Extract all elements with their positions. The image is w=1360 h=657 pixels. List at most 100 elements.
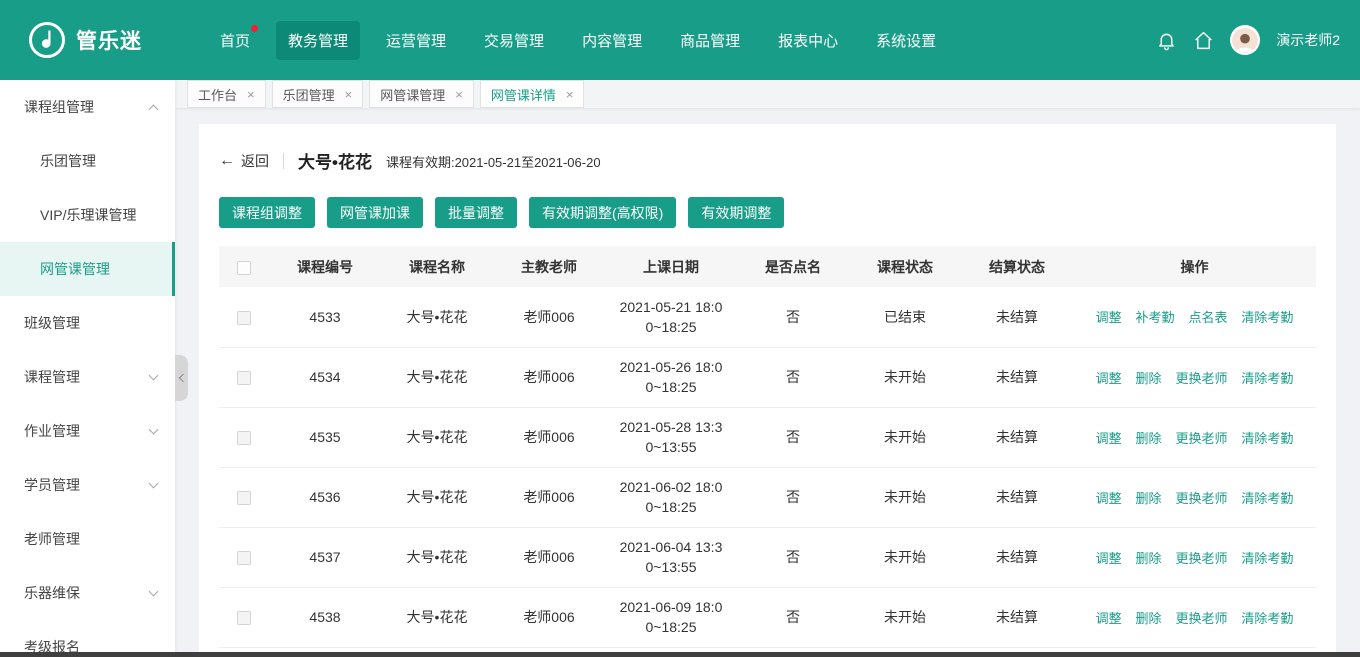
cell-course-name: 大号•花花 (381, 587, 493, 647)
tab-label: 乐团管理 (283, 85, 335, 104)
row-action-link[interactable]: 删除 (1136, 611, 1162, 626)
sidebar-item[interactable]: 学员管理 (0, 458, 175, 512)
nav-item[interactable]: 教务管理 (276, 21, 360, 60)
table-row: 4535 大号•花花 老师006 2021-05-28 13:30~13:55 … (219, 407, 1316, 467)
main-area: 课程组管理 乐团管理 VIP/乐理课管理 网管课管理 班级管理 (0, 80, 1360, 657)
row-action-link[interactable]: 调整 (1096, 371, 1122, 386)
sidebar-item-label: 乐器维保 (24, 583, 80, 603)
cell-settlement: 未结算 (961, 587, 1073, 647)
nav-item-label: 报表中心 (778, 33, 838, 50)
row-action-link[interactable]: 调整 (1096, 310, 1122, 325)
sidebar-item-label: 课程组管理 (24, 97, 94, 117)
row-action-link[interactable]: 调整 (1096, 491, 1122, 506)
row-action-link[interactable]: 点名表 (1188, 310, 1227, 325)
home-icon[interactable] (1193, 30, 1214, 51)
cell-status: 未开始 (849, 347, 961, 407)
row-action-link[interactable]: 删除 (1136, 491, 1162, 506)
row-action-link[interactable]: 补考勤 (1136, 310, 1175, 325)
back-button[interactable]: ← 返回 (219, 151, 269, 171)
tab-close-icon[interactable]: × (345, 88, 353, 101)
notification-bell-icon[interactable] (1156, 30, 1177, 51)
sidebar-item-label: 老师管理 (24, 529, 80, 549)
row-action-link[interactable]: 更换老师 (1175, 431, 1227, 446)
sidebar-item[interactable]: 班级管理 (0, 296, 175, 350)
row-action-link[interactable]: 清除考勤 (1241, 611, 1293, 626)
row-action-link[interactable]: 更换老师 (1175, 611, 1227, 626)
cell-teacher: 老师006 (493, 527, 605, 587)
action-button[interactable]: 批量调整 (435, 197, 517, 228)
row-action-link[interactable]: 更换老师 (1175, 371, 1227, 386)
cell-date-text: 2021-05-26 18:00~18:25 (617, 357, 725, 397)
nav-item[interactable]: 内容管理 (570, 21, 654, 60)
row-action-link[interactable]: 调整 (1096, 551, 1122, 566)
row-action-link[interactable]: 更换老师 (1175, 551, 1227, 566)
sidebar-item-label: 班级管理 (24, 313, 80, 333)
sidebar-item[interactable]: 老师管理 (0, 512, 175, 566)
nav-item[interactable]: 交易管理 (472, 21, 556, 60)
logo-icon (28, 21, 66, 59)
row-checkbox[interactable] (237, 611, 251, 625)
row-action-link[interactable]: 删除 (1136, 431, 1162, 446)
chevron-icon (149, 479, 159, 489)
row-checkbox[interactable] (237, 371, 251, 385)
row-checkbox[interactable] (237, 431, 251, 445)
row-checkbox[interactable] (237, 311, 251, 325)
cell-settlement: 未结算 (961, 347, 1073, 407)
column-header: 主教老师 (493, 246, 605, 287)
cell-status: 未开始 (849, 527, 961, 587)
row-action-link[interactable]: 更换老师 (1175, 491, 1227, 506)
nav-item[interactable]: 报表中心 (766, 21, 850, 60)
row-action-link[interactable]: 删除 (1136, 551, 1162, 566)
sidebar-item[interactable]: 课程管理 (0, 350, 175, 404)
app-logo[interactable]: 管乐迷 (28, 21, 196, 59)
tab-label: 工作台 (198, 85, 237, 104)
select-all-checkbox[interactable] (237, 261, 251, 275)
back-label: 返回 (241, 151, 269, 171)
row-action-link[interactable]: 调整 (1096, 431, 1122, 446)
tab-label: 网管课管理 (380, 85, 445, 104)
nav-item[interactable]: 运营管理 (374, 21, 458, 60)
action-button[interactable]: 有效期调整 (688, 197, 784, 228)
row-action-link[interactable]: 删除 (1136, 371, 1162, 386)
cell-actions: 调整 删除 更换老师 清除考勤 (1073, 347, 1316, 407)
bottom-edge-bar (0, 652, 1360, 657)
tab[interactable]: 网管课管理 × (369, 80, 474, 108)
divider (283, 153, 284, 169)
tab-close-icon[interactable]: × (566, 88, 574, 101)
nav-item[interactable]: 首页 (208, 21, 262, 60)
row-checkbox[interactable] (237, 551, 251, 565)
user-name[interactable]: 演示老师2 (1276, 30, 1340, 50)
chevron-icon (149, 425, 159, 435)
nav-item[interactable]: 商品管理 (668, 21, 752, 60)
sidebar-item[interactable]: 作业管理 (0, 404, 175, 458)
sidebar-item[interactable]: 课程组管理 (0, 80, 175, 134)
cell-teacher: 老师006 (493, 587, 605, 647)
row-checkbox[interactable] (237, 491, 251, 505)
action-button[interactable]: 有效期调整(高权限) (529, 197, 676, 228)
sidebar-item[interactable]: 乐团管理 (0, 134, 175, 188)
cell-course-id: 4537 (269, 527, 381, 587)
sidebar-item[interactable]: 网管课管理 (0, 242, 175, 296)
row-action-link[interactable]: 清除考勤 (1241, 310, 1293, 325)
sidebar-item[interactable]: 乐器维保 (0, 566, 175, 620)
cell-status: 未开始 (849, 407, 961, 467)
tab[interactable]: 工作台 × (187, 80, 266, 108)
tab-close-icon[interactable]: × (455, 88, 463, 101)
row-action-link[interactable]: 清除考勤 (1241, 551, 1293, 566)
cell-course-name: 大号•花花 (381, 407, 493, 467)
cell-rollcall: 否 (737, 287, 849, 347)
tab[interactable]: 网管课详情 × (480, 80, 585, 108)
row-action-link[interactable]: 清除考勤 (1241, 431, 1293, 446)
nav-item[interactable]: 系统设置 (864, 21, 948, 60)
avatar[interactable] (1230, 25, 1260, 55)
nav-item-label: 交易管理 (484, 33, 544, 50)
row-action-link[interactable]: 清除考勤 (1241, 491, 1293, 506)
tab-close-icon[interactable]: × (247, 88, 255, 101)
sidebar-item[interactable]: VIP/乐理课管理 (0, 188, 175, 242)
row-action-link[interactable]: 调整 (1096, 611, 1122, 626)
row-action-link[interactable]: 清除考勤 (1241, 371, 1293, 386)
sidebar-collapse-handle[interactable] (175, 355, 188, 401)
action-button[interactable]: 网管课加课 (327, 197, 423, 228)
action-button[interactable]: 课程组调整 (219, 197, 315, 228)
tab[interactable]: 乐团管理 × (272, 80, 364, 108)
